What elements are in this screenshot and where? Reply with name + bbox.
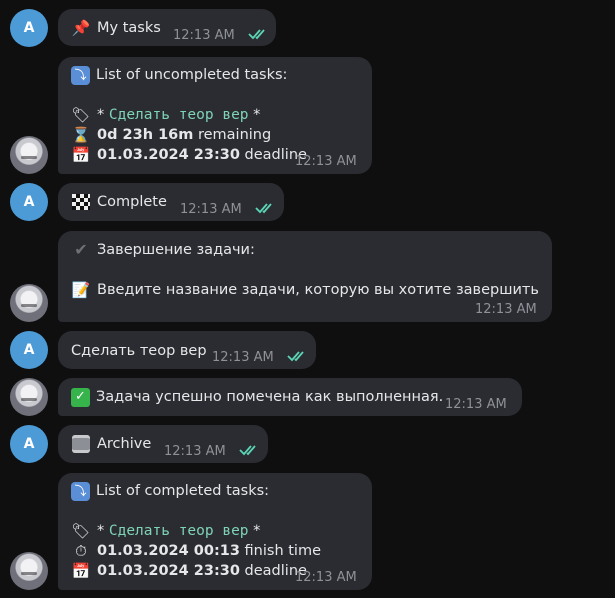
task-name-code[interactable]: Сделать теор вер [109, 107, 249, 123]
pushpin-icon: 📌 [71, 19, 91, 37]
avatar-letter: A [23, 436, 35, 452]
pushpin-tag-icon: 🏷 [71, 522, 91, 540]
task-prefix: * [97, 107, 109, 123]
avatar-letter: A [23, 194, 35, 210]
message-time: 12:13 AM [295, 570, 357, 585]
user-avatar[interactable]: A [10, 331, 48, 369]
message-time: 12:13 AM [164, 444, 226, 459]
task-name-code[interactable]: Сделать теор вер [109, 523, 249, 539]
remaining-value: 0d 23h 16m [97, 127, 194, 143]
message-text: My tasks [97, 20, 161, 36]
calendar-icon: 📅 [71, 146, 91, 164]
message-time: 12:13 AM [445, 397, 507, 412]
task-prefix: * [97, 523, 109, 539]
task-line: 🏷 * Сделать теор вер * [71, 105, 372, 125]
user-avatar[interactable]: A [10, 183, 48, 221]
finish-value: 01.03.2024 00:13 [97, 543, 240, 559]
message-bubble[interactable]: ✓ Задача успешно помечена как выполненна… [58, 378, 522, 416]
message-bubble[interactable]: ⤵ List of uncompleted tasks: 🏷 * Сделать… [58, 57, 372, 174]
message-time: 12:13 AM [295, 154, 357, 169]
message-bubble[interactable]: ⤵ List of completed tasks: 🏷 * Сделать т… [58, 473, 372, 590]
list-title: List of uncompleted tasks: [96, 67, 288, 83]
pushpin-tag-icon: 🏷 [71, 106, 91, 124]
checkmark-icon: ✔ [74, 240, 88, 259]
user-avatar[interactable]: A [10, 425, 48, 463]
bot-avatar[interactable] [10, 552, 48, 590]
message-time: 12:13 AM [180, 202, 242, 217]
finish-label: finish time [239, 543, 322, 559]
stopwatch-icon: ⏱ [75, 542, 87, 560]
read-checkmarks-icon [255, 203, 272, 214]
check-mark-button-icon: ✓ [71, 387, 90, 407]
read-checkmarks-icon [287, 351, 304, 362]
deadline-value: 01.03.2024 23:30 [97, 563, 240, 579]
archive-icon [71, 434, 91, 454]
message-text: Сделать теор вер [71, 343, 207, 359]
message-time: 12:13 AM [173, 28, 235, 43]
message-text: Complete [97, 194, 167, 210]
message-bubble[interactable]: Archive 12:13 AM [58, 425, 268, 463]
message-text: Задача успешно помечена как выполненная. [96, 389, 444, 405]
chat-area: A 📌 My tasks 12:13 AM ⤵ List of uncomple… [0, 0, 615, 598]
message-text: Archive [97, 436, 152, 452]
task-suffix: * [248, 107, 261, 123]
deadline-value: 01.03.2024 23:30 [97, 147, 240, 163]
remaining-label: remaining [193, 127, 272, 143]
message-bubble[interactable]: Сделать теор вер 12:13 AM [58, 331, 316, 369]
hourglass-icon: ⌛ [71, 126, 91, 144]
task-suffix: * [248, 523, 261, 539]
avatar-letter: A [23, 20, 35, 36]
message-time: 12:13 AM [212, 350, 274, 365]
down-right-arrow-icon: ⤵ [71, 481, 90, 501]
bot-avatar[interactable] [10, 378, 48, 416]
list-title: List of completed tasks: [96, 483, 270, 499]
user-avatar[interactable]: A [10, 9, 48, 47]
calendar-icon: 📅 [71, 562, 91, 580]
read-checkmarks-icon [248, 29, 265, 40]
message-time: 12:13 AM [475, 302, 537, 317]
message-bubble[interactable]: 📌 My tasks 12:13 AM [58, 9, 276, 46]
message-bubble[interactable]: ✔ Завершение задачи: 📝 Введите название … [58, 231, 552, 322]
down-right-arrow-icon: ⤵ [71, 65, 90, 85]
bot-avatar[interactable] [10, 284, 48, 322]
read-checkmarks-icon [239, 445, 256, 456]
message-text: Введите название задачи, которую вы хоти… [97, 282, 539, 298]
message-title: Завершение задачи: [97, 242, 255, 258]
checkered-flag-icon [71, 192, 91, 212]
memo-icon: 📝 [71, 281, 91, 299]
bot-avatar[interactable] [10, 136, 48, 174]
message-bubble[interactable]: Complete 12:13 AM [58, 183, 284, 221]
avatar-letter: A [23, 342, 35, 358]
task-line: 🏷 * Сделать теор вер * [71, 521, 372, 541]
